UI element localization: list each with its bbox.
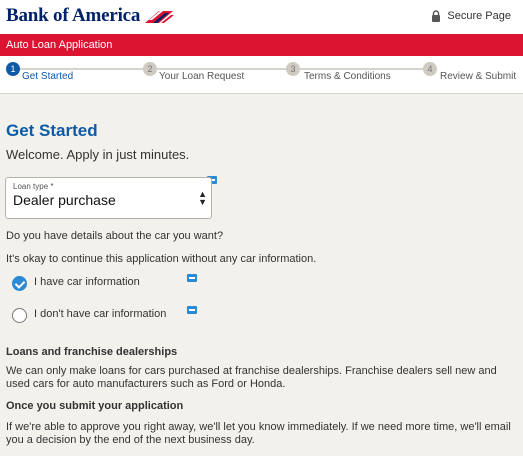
step-3-dot: 3: [286, 62, 300, 76]
step-4-label[interactable]: Review & Submit: [440, 71, 516, 82]
submit-text: If we're able to approve you right away,…: [6, 421, 511, 446]
application-banner: Auto Loan Application: [0, 34, 523, 56]
no-car-info-label[interactable]: I don't have car information: [34, 308, 166, 320]
step-3-label[interactable]: Terms & Conditions: [304, 71, 391, 82]
loan-type-label: Loan type *: [13, 182, 54, 191]
banner-title: Auto Loan Application: [6, 39, 113, 51]
have-car-info-label[interactable]: I have car information: [34, 276, 140, 288]
loan-type-select[interactable]: Loan type * Dealer purchase ▲ ▼: [5, 177, 212, 219]
page-title: Get Started: [6, 121, 98, 140]
bank-logo[interactable]: Bank of America: [6, 5, 175, 27]
loan-type-field: Loan type * Dealer purchase: [10, 181, 127, 214]
secure-page-label: Secure Page: [447, 10, 511, 22]
loan-type-value: Dealer purchase: [13, 192, 116, 208]
select-arrows-icon: ▲ ▼: [198, 189, 207, 207]
franchise-heading: Loans and franchise dealerships: [6, 346, 178, 358]
step-1-label[interactable]: Get Started: [22, 71, 73, 82]
flag-logo-icon: [145, 11, 175, 23]
car-details-question: Do you have details about the car you wa…: [6, 230, 224, 242]
step-1-dot: 1: [6, 62, 20, 76]
have-car-info-help-icon[interactable]: [187, 274, 197, 282]
top-bar: Bank of America Secure Page: [0, 0, 523, 34]
step-2-label[interactable]: Your Loan Request: [159, 71, 244, 82]
step-4-dot: 4: [423, 62, 437, 76]
welcome-text: Welcome. Apply in just minutes.: [6, 147, 190, 162]
lock-icon: [432, 10, 441, 22]
secure-page-indicator: Secure Page: [431, 10, 511, 22]
progress-track: [12, 68, 431, 70]
no-car-info-radio[interactable]: [12, 308, 27, 323]
logo-text: Bank of America: [6, 5, 141, 26]
step-2-dot: 2: [143, 62, 157, 76]
okay-to-continue-text: It's okay to continue this application w…: [6, 253, 317, 265]
submit-heading: Once you submit your application: [6, 400, 184, 412]
have-car-info-radio[interactable]: [12, 276, 27, 291]
no-car-info-help-icon[interactable]: [187, 306, 197, 314]
franchise-text: We can only make loans for cars purchase…: [6, 365, 497, 390]
